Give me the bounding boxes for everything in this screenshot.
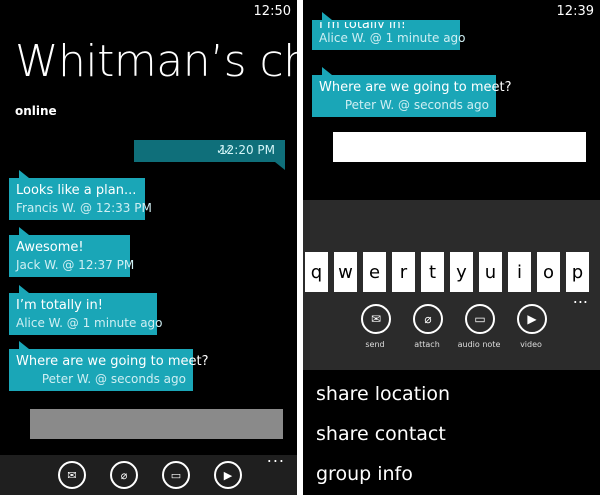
- menu-share-contact[interactable]: share contact: [316, 423, 446, 445]
- key-w[interactable]: w: [334, 252, 357, 292]
- more-options-button[interactable]: ...: [573, 288, 588, 307]
- message-input[interactable]: [30, 409, 283, 439]
- key-t[interactable]: t: [421, 252, 444, 292]
- status-clock: 12:39: [556, 4, 594, 19]
- message-bubble[interactable]: Where are we going to meet? Peter W. @ s…: [312, 67, 512, 117]
- message-text: I’m totally in!: [16, 298, 103, 313]
- sent-time: 12:20 PM: [219, 143, 275, 157]
- message-text: Awesome!: [16, 240, 84, 255]
- menu-share-location[interactable]: share location: [316, 383, 450, 405]
- menu-group-info[interactable]: group info: [316, 463, 413, 485]
- app-bar: ... ✉ ⌀ ▭ ▶: [0, 447, 297, 495]
- message-meta: Jack W. @ 12:37 PM: [16, 258, 135, 272]
- message-bubble[interactable]: Awesome! Jack W. @ 12:37 PM: [9, 227, 135, 277]
- message-meta: Francis W. @ 12:33 PM: [16, 201, 152, 215]
- message-bubble[interactable]: I’m totally in! Alice W. @ 1 minute ago: [312, 12, 466, 50]
- key-e[interactable]: e: [363, 252, 386, 292]
- key-q[interactable]: q: [305, 252, 328, 292]
- message-meta: Alice W. @ 1 minute ago: [16, 316, 163, 330]
- key-o[interactable]: o: [537, 252, 560, 292]
- status-clock: 12:50: [253, 4, 291, 19]
- send-icon[interactable]: ✉: [361, 304, 391, 334]
- key-u[interactable]: u: [479, 252, 502, 292]
- message-text: Looks like a plan...: [16, 183, 137, 198]
- presence-status: online: [15, 104, 57, 118]
- video-icon[interactable]: ▶: [517, 304, 547, 334]
- message-meta: Peter W. @ seconds ago: [41, 372, 186, 386]
- key-y[interactable]: y: [450, 252, 473, 292]
- message-text: I’m totally in!: [319, 22, 453, 28]
- message-bubble[interactable]: Where are we going to meet? Peter W. @ s…: [9, 341, 209, 391]
- more-options-button[interactable]: ...: [267, 447, 285, 466]
- message-text: Where are we going to meet?: [16, 354, 209, 369]
- message-text: Where are we going to meet?: [319, 80, 512, 95]
- send-label: send: [365, 340, 385, 349]
- message-bubble[interactable]: I’m totally in! Alice W. @ 1 minute ago: [9, 285, 163, 335]
- key-p[interactable]: p: [566, 252, 589, 292]
- audio-note-label: audio note: [457, 340, 501, 349]
- attach-icon[interactable]: ⌀: [110, 461, 138, 489]
- chat-screen-left: 12:50 Whitman’s chat online ✓✓ 12:20 PM …: [0, 0, 297, 495]
- attach-label: attach: [414, 340, 440, 349]
- message-bubble[interactable]: Looks like a plan... Francis W. @ 12:33 …: [9, 170, 152, 220]
- key-r[interactable]: r: [392, 252, 415, 292]
- message-input[interactable]: [333, 132, 586, 162]
- sent-message-bubble[interactable]: ✓✓ 12:20 PM: [134, 140, 285, 170]
- audio-note-icon[interactable]: ▭: [465, 304, 495, 334]
- audio-note-icon[interactable]: ▭: [162, 461, 190, 489]
- attach-icon[interactable]: ⌀: [413, 304, 443, 334]
- video-label: video: [520, 340, 542, 349]
- send-icon[interactable]: ✉: [58, 461, 86, 489]
- key-i[interactable]: i: [508, 252, 531, 292]
- chat-screen-right: 12:39 I’m totally in! Alice W. @ 1 minut…: [303, 0, 600, 495]
- message-meta: Alice W. @ 1 minute ago: [319, 31, 466, 45]
- message-meta: Peter W. @ seconds ago: [344, 98, 489, 112]
- video-icon[interactable]: ▶: [214, 461, 242, 489]
- keyboard-panel: q w e r t y u i o p ... ✉ ⌀ ▭ ▶ send att…: [303, 200, 600, 370]
- chat-title: Whitman’s chat: [15, 36, 297, 87]
